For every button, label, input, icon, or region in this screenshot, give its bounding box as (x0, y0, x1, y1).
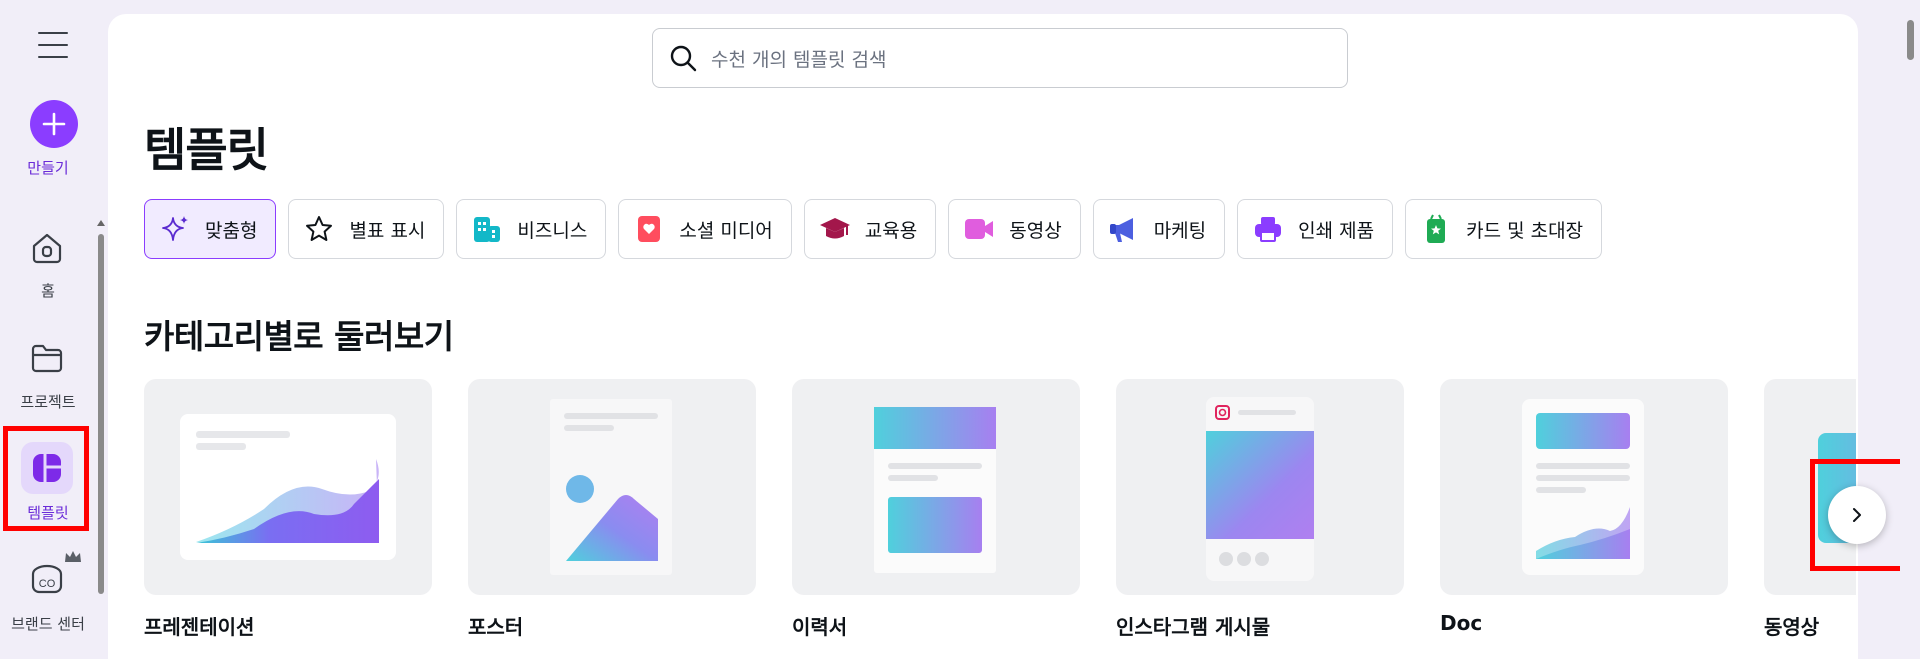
section-title: 카테고리별로 둘러보기 (144, 317, 454, 356)
printer-icon (1252, 213, 1284, 245)
category-card-doc[interactable]: Doc (1440, 379, 1728, 635)
left-rail: 만들기 홈 프로젝트 템플릿 CO 브랜드 센터 (0, 0, 96, 659)
folder-icon (31, 344, 63, 373)
sidebar-item-projects[interactable] (21, 332, 73, 384)
category-name: Doc (1440, 611, 1483, 635)
resume-thumbnail (792, 379, 1080, 595)
category-card-poster[interactable]: 포스터 (468, 379, 756, 640)
chip-business[interactable]: 비즈니스 (456, 199, 607, 259)
chip-label: 인쇄 제품 (1298, 219, 1375, 242)
chip-label: 동영상 (1009, 219, 1062, 242)
hamburger-menu-icon[interactable] (38, 32, 68, 58)
category-card-instagram-post[interactable]: 인스타그램 게시물 (1116, 379, 1404, 640)
chip-label: 카드 및 초대장 (1466, 219, 1584, 242)
chip-education[interactable]: 교육용 (803, 199, 937, 259)
category-name: 인스타그램 게시물 (1116, 615, 1271, 639)
scroll-up-arrow-icon[interactable] (97, 220, 105, 226)
category-name: 이력서 (792, 615, 848, 639)
sidebar-item-projects-label: 프로젝트 (20, 393, 76, 411)
chevron-right-icon (1853, 508, 1861, 522)
chip-custom[interactable]: 맞춤형 (144, 199, 277, 259)
poster-thumbnail (468, 379, 756, 595)
svg-text:CO: CO (39, 578, 56, 590)
page-title: 템플릿 (144, 123, 269, 177)
rail-scrollbar-thumb[interactable] (98, 234, 104, 594)
megaphone-icon (1108, 213, 1140, 245)
presentation-thumbnail (144, 379, 432, 595)
sidebar-item-templates[interactable] (21, 442, 73, 494)
category-card-resume[interactable]: 이력서 (792, 379, 1080, 640)
star-icon (303, 213, 335, 245)
create-label: 만들기 (27, 159, 69, 177)
chip-label: 맞춤형 (205, 219, 258, 242)
create-button[interactable] (30, 100, 78, 148)
page-scrollbar-thumb[interactable] (1907, 20, 1914, 60)
crown-icon (65, 551, 81, 562)
chip-starred[interactable]: 별표 표시 (288, 199, 445, 259)
chip-label: 소셜 미디어 (679, 219, 773, 242)
chip-label: 비즈니스 (517, 219, 588, 242)
chip-video[interactable]: 동영상 (948, 199, 1081, 259)
chip-label: 교육용 (864, 219, 918, 242)
chip-label: 별표 표시 (349, 219, 426, 242)
chip-cards-invitations[interactable]: 카드 및 초대장 (1405, 199, 1603, 259)
video-camera-icon (963, 213, 995, 245)
instagram-post-thumbnail (1116, 379, 1404, 595)
chip-social-media[interactable]: 소셜 미디어 (618, 199, 792, 259)
filter-chips: 맞춤형 별표 표시 비즈니스 소셜 미디어 교육용 동영상 마케팅 인쇄 제품 … (144, 199, 1603, 259)
templates-icon (33, 454, 61, 482)
page-scrollbar[interactable] (1900, 0, 1920, 659)
category-name: 프레젠테이션 (144, 615, 255, 639)
chip-print[interactable]: 인쇄 제품 (1237, 199, 1394, 259)
heart-icon (633, 213, 665, 245)
brand-icon: CO (31, 564, 63, 594)
category-carousel: 프레젠테이션 포스터 이력서 인스타그램 게시물 Doc 동영상 (144, 379, 1856, 659)
chip-marketing[interactable]: 마케팅 (1092, 199, 1226, 259)
category-name: 동영상 (1764, 615, 1820, 639)
search-input[interactable]: 수천 개의 템플릿 검색 (711, 45, 886, 72)
rail-scrollbar[interactable] (96, 218, 106, 659)
doc-thumbnail (1440, 379, 1728, 595)
sidebar-item-brand-label: 브랜드 센터 (11, 615, 85, 633)
search-bar[interactable]: 수천 개의 템플릿 검색 (652, 28, 1348, 88)
search-icon (670, 45, 697, 72)
main-panel: 수천 개의 템플릿 검색 템플릿 맞춤형 별표 표시 비즈니스 소셜 미디어 교… (108, 14, 1907, 659)
carousel-next-button[interactable] (1828, 486, 1886, 544)
chip-label: 마케팅 (1153, 219, 1207, 242)
graduation-cap-icon (819, 213, 851, 245)
sidebar-item-home-label: 홈 (41, 282, 55, 300)
sidebar-item-templates-label: 템플릿 (27, 504, 69, 522)
plus-icon (42, 112, 66, 136)
building-icon (471, 213, 503, 245)
sidebar-item-home[interactable] (21, 222, 73, 274)
category-card-presentation[interactable]: 프레젠테이션 (144, 379, 432, 640)
card-icon (1420, 213, 1452, 245)
sparkle-icon (159, 213, 191, 245)
home-icon (32, 233, 62, 264)
category-name: 포스터 (468, 615, 524, 639)
video-thumbnail (1764, 379, 1856, 595)
